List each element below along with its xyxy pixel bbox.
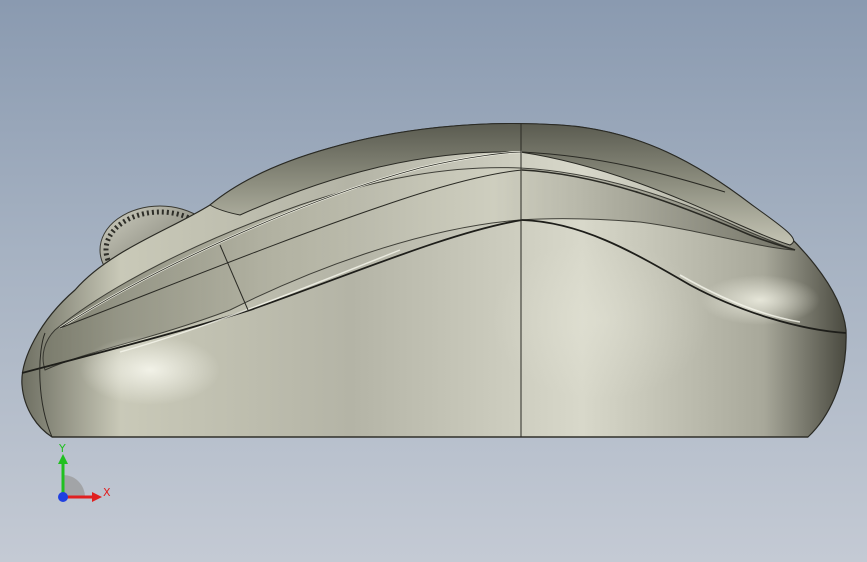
highlight-right <box>700 275 820 325</box>
z-axis-marker <box>58 492 68 502</box>
axis-triad: Y X <box>50 440 120 510</box>
highlight-left <box>80 335 220 405</box>
y-axis-label: Y <box>59 442 66 455</box>
mouse-model[interactable] <box>0 0 867 562</box>
x-axis-label: X <box>103 486 111 499</box>
3d-viewport[interactable]: Y X <box>0 0 867 562</box>
highlight-center <box>490 240 710 400</box>
